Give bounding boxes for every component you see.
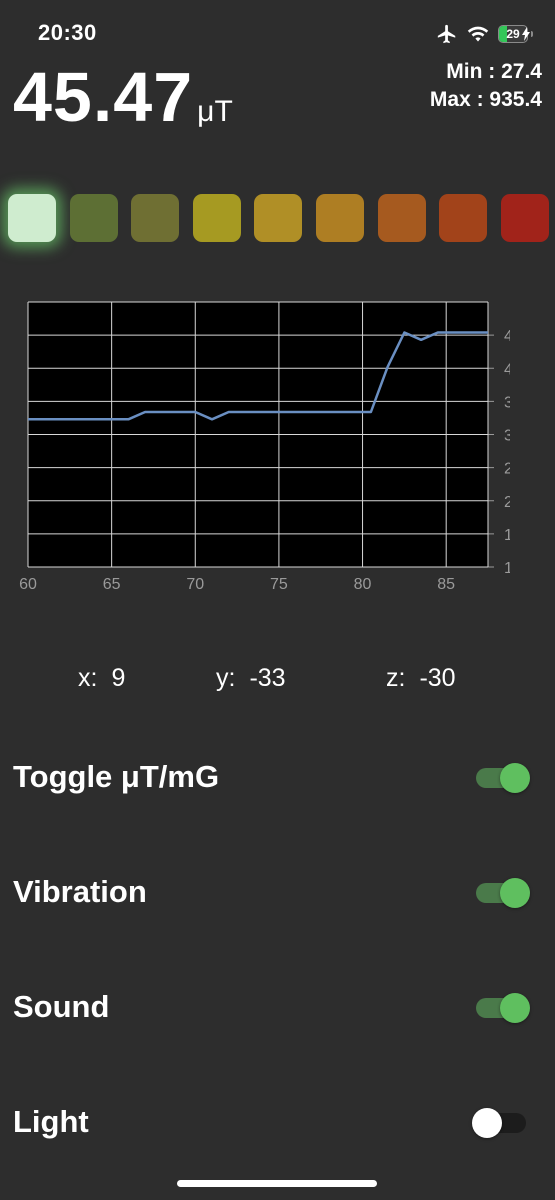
level-swatch — [8, 194, 56, 242]
z-axis-value: -30 — [419, 664, 456, 692]
reading-value: 45.47 — [13, 58, 194, 136]
level-swatch — [192, 194, 241, 242]
toggle-knob — [500, 763, 530, 793]
level-swatch — [377, 194, 426, 242]
min-max-panel: Min : 27.4 Max : 935.4 — [430, 58, 542, 114]
level-swatch — [316, 194, 364, 242]
setting-light: Light — [13, 1102, 530, 1142]
x-axis-value: 9 — [111, 664, 126, 692]
wifi-icon — [467, 26, 489, 42]
y-axis-readout: y: -33 — [216, 664, 286, 693]
charging-bolt-icon — [522, 27, 530, 41]
airplane-mode-icon — [437, 24, 456, 44]
level-swatch — [254, 194, 303, 242]
y-tick-label: 45 — [504, 328, 510, 345]
y-tick-label: 40 — [504, 361, 510, 378]
x-tick-label: 70 — [186, 576, 204, 593]
level-swatch — [69, 194, 118, 242]
level-swatch — [439, 194, 488, 242]
y-axis-label: y: — [216, 664, 236, 692]
setting-label: Light — [13, 1104, 89, 1139]
field-history-chart: 60 65 70 75 80 85 10 15 20 25 30 35 40 45 — [19, 301, 510, 593]
x-tick-label: 75 — [270, 576, 288, 593]
x-axis-label: x: — [78, 664, 98, 692]
level-indicator — [0, 194, 555, 244]
toggle-knob — [472, 1108, 502, 1138]
min-value: Min : 27.4 — [446, 60, 542, 83]
x-tick-label: 80 — [354, 576, 372, 593]
toggle-knob — [500, 993, 530, 1023]
reading-unit: μT — [197, 95, 233, 128]
setting-vibration: Vibration — [13, 872, 530, 912]
x-tick-label: 60 — [19, 576, 37, 593]
y-tick-label: 10 — [504, 560, 510, 577]
level-swatch — [500, 194, 549, 242]
battery-tip — [531, 31, 533, 37]
light-toggle-switch[interactable] — [472, 1108, 530, 1138]
x-tick-label: 85 — [437, 576, 455, 593]
x-tick-label: 65 — [103, 576, 121, 593]
z-axis-readout: z: -30 — [386, 664, 456, 693]
setting-unit-toggle: Toggle μT/mG — [13, 757, 530, 797]
setting-label: Vibration — [13, 874, 147, 909]
battery-level: 29 — [506, 27, 520, 41]
y-tick-label: 25 — [504, 461, 510, 478]
setting-sound: Sound — [13, 987, 530, 1027]
level-swatch — [131, 194, 180, 242]
toggle-knob — [500, 878, 530, 908]
screen: 20:30 29 45.47 μT Min : 27.4 Max : 935.4… — [0, 0, 555, 1200]
z-axis-label: z: — [386, 664, 406, 692]
y-tick-label: 30 — [504, 428, 510, 445]
home-indicator[interactable] — [177, 1180, 377, 1187]
max-value: Max : 935.4 — [429, 88, 542, 111]
sound-toggle-switch[interactable] — [476, 993, 530, 1023]
status-time: 20:30 — [38, 20, 97, 45]
x-axis-readout: x: 9 — [78, 664, 125, 693]
setting-label: Sound — [13, 989, 110, 1024]
y-tick-label: 35 — [504, 394, 510, 411]
y-tick-label: 20 — [504, 494, 510, 511]
field-reading: 45.47 μT — [13, 62, 233, 132]
y-axis-value: -33 — [249, 664, 286, 692]
vibration-toggle-switch[interactable] — [476, 878, 530, 908]
y-tick-label: 15 — [504, 527, 510, 544]
status-icons: 29 — [436, 20, 533, 48]
setting-label: Toggle μT/mG — [13, 759, 220, 794]
unit-toggle-switch[interactable] — [476, 763, 530, 793]
